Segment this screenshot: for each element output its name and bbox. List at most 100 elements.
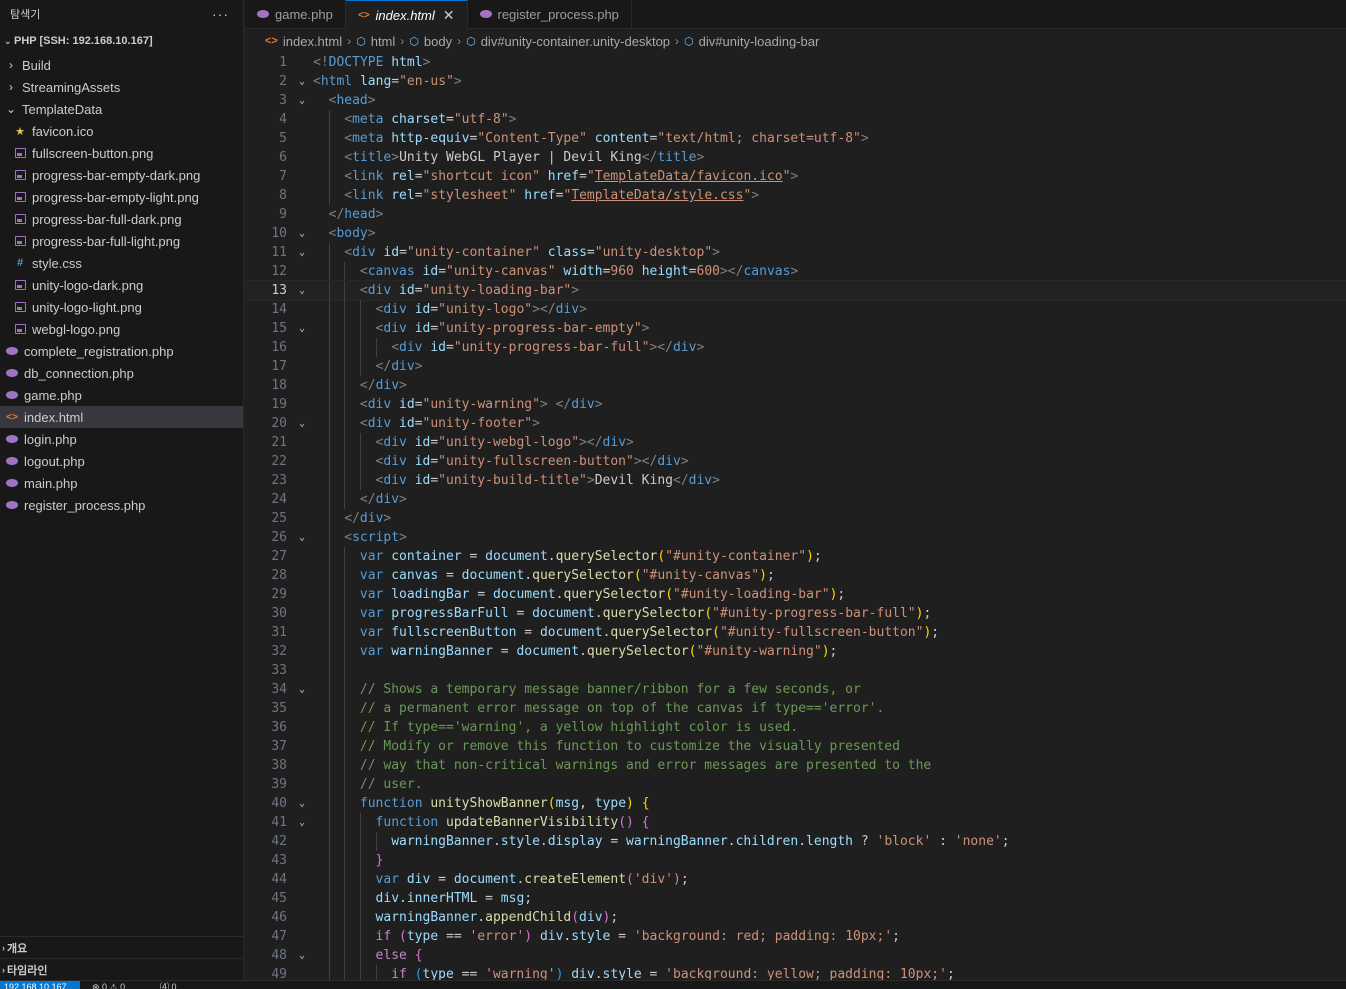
code-line[interactable]: 8 <link rel="stylesheet" href="TemplateDa…: [245, 186, 1346, 205]
code-line[interactable]: 13 ⌄ <div id="unity-loading-bar">: [245, 280, 1346, 301]
tree-file[interactable]: webgl-logo.png: [0, 318, 243, 340]
indent-guide: [328, 376, 330, 395]
fold-chevron-icon[interactable]: ⌄: [296, 813, 308, 832]
fold-chevron-icon[interactable]: ⌄: [296, 680, 308, 699]
code-line[interactable]: 41 ⌄ function updateBannerVisibility() {: [245, 813, 1346, 832]
code-line[interactable]: 35 // a permanent error message on top of…: [245, 699, 1346, 718]
code-line[interactable]: 15 ⌄ <div id="unity-progress-bar-empty">: [245, 319, 1346, 338]
code-line[interactable]: 1 <!DOCTYPE html>: [245, 53, 1346, 72]
code-line[interactable]: 22 <div id="unity-fullscreen-button"></di…: [245, 452, 1346, 471]
code-line[interactable]: 45 div.innerHTML = msg;: [245, 889, 1346, 908]
tree-file[interactable]: <> index.html: [0, 406, 243, 428]
code-line[interactable]: 38 // way that non-critical warnings and …: [245, 756, 1346, 775]
code-line[interactable]: 20 ⌄ <div id="unity-footer">: [245, 414, 1346, 433]
code-line[interactable]: 12 <canvas id="unity-canvas" width=960 he…: [245, 262, 1346, 281]
code-line[interactable]: 34 ⌄ // Shows a temporary message banner/r…: [245, 680, 1346, 699]
code-line[interactable]: 44 var div = document.createElement('div'…: [245, 870, 1346, 889]
tree-file[interactable]: progress-bar-full-dark.png: [0, 208, 243, 230]
code-line[interactable]: 17 </div>: [245, 357, 1346, 376]
breadcrumb-item[interactable]: body: [424, 34, 452, 49]
editor-tab[interactable]: <> index.html ✕: [345, 0, 468, 29]
code-line[interactable]: 5 <meta http-equiv="Content-Type" content…: [245, 129, 1346, 148]
tree-file[interactable]: complete_registration.php: [0, 340, 243, 362]
code-line[interactable]: 31 var fullscreenButton = document.queryS…: [245, 623, 1346, 642]
code-line[interactable]: 37 // Modify or remove this function to c…: [245, 737, 1346, 756]
code-line[interactable]: 10 ⌄ <body>: [245, 224, 1346, 243]
tree-file[interactable]: db_connection.php: [0, 362, 243, 384]
code-line[interactable]: 48 ⌄ else {: [245, 946, 1346, 965]
code-line[interactable]: 46 warningBanner.appendChild(div);: [245, 908, 1346, 927]
outline-panel-header[interactable]: › 개요: [0, 936, 243, 958]
editor-tab[interactable]: game.php: [245, 0, 346, 29]
code-line[interactable]: 3 ⌄ <head>: [245, 91, 1346, 110]
editor-tab[interactable]: register_process.php: [468, 0, 632, 29]
breadcrumb-item[interactable]: div#unity-container.unity-desktop: [481, 34, 670, 49]
tree-file[interactable]: main.php: [0, 472, 243, 494]
tree-file[interactable]: logout.php: [0, 450, 243, 472]
code-line[interactable]: 7 <link rel="shortcut icon" href="Templat…: [245, 167, 1346, 186]
workspace-root-folder[interactable]: ⌄ PHP [SSH: 192.168.10.167]: [0, 28, 243, 54]
tree-file[interactable]: progress-bar-empty-light.png: [0, 186, 243, 208]
code-line[interactable]: 47 if (type == 'error') div.style = 'back…: [245, 927, 1346, 946]
tree-file[interactable]: unity-logo-light.png: [0, 296, 243, 318]
remote-indicator[interactable]: 192.168.10.167: [0, 981, 80, 989]
code-line[interactable]: 16 <div id="unity-progress-bar-full"></di…: [245, 338, 1346, 357]
code-line[interactable]: 39 // user.: [245, 775, 1346, 794]
code-line[interactable]: 14 <div id="unity-logo"></div>: [245, 300, 1346, 319]
fold-chevron-icon[interactable]: ⌄: [296, 794, 308, 813]
breadcrumb-item[interactable]: html: [371, 34, 396, 49]
code-line[interactable]: 43}: [245, 851, 1346, 870]
fold-chevron-icon[interactable]: ⌄: [296, 946, 308, 965]
tree-file[interactable]: login.php: [0, 428, 243, 450]
code-line[interactable]: 4 <meta charset="utf-8">: [245, 110, 1346, 129]
code-line[interactable]: 21 <div id="unity-webgl-logo"></div>: [245, 433, 1346, 452]
breadcrumb-item[interactable]: index.html: [283, 34, 342, 49]
fold-chevron-icon[interactable]: ⌄: [296, 91, 308, 110]
timeline-panel-header[interactable]: › 타임라인: [0, 958, 243, 980]
tree-file[interactable]: # style.css: [0, 252, 243, 274]
code-line[interactable]: 6 <title>Unity WebGL Player | Devil King<…: [245, 148, 1346, 167]
tree-file[interactable]: register_process.php: [0, 494, 243, 516]
code-line[interactable]: 25 </div>: [245, 509, 1346, 528]
code-line[interactable]: 40 ⌄ function unityShowBanner(msg, type) {: [245, 794, 1346, 813]
code-line[interactable]: 28 var canvas = document.querySelector("#…: [245, 566, 1346, 585]
fold-chevron-icon[interactable]: ⌄: [296, 319, 308, 338]
more-actions-icon[interactable]: ···: [212, 6, 229, 22]
code-line[interactable]: 32 var warningBanner = document.querySele…: [245, 642, 1346, 661]
tree-file[interactable]: progress-bar-full-light.png: [0, 230, 243, 252]
code-line[interactable]: 42 warningBanner.style.display = warningB…: [245, 832, 1346, 851]
code-line[interactable]: 24 </div>: [245, 490, 1346, 509]
code-line[interactable]: 2 ⌄ <html lang="en-us">: [245, 72, 1346, 91]
code-line[interactable]: 11 ⌄ <div id="unity-container" class="unit…: [245, 243, 1346, 262]
code-line[interactable]: 49 if (type == 'warning') div.style = 'ba…: [245, 965, 1346, 980]
tree-file[interactable]: game.php: [0, 384, 243, 406]
tree-file[interactable]: ★ favicon.ico: [0, 120, 243, 142]
ports-indicator[interactable]: ⑷ 0: [160, 981, 177, 989]
code-line[interactable]: 18 </div>: [245, 376, 1346, 395]
tree-folder[interactable]: ⌄ TemplateData: [0, 98, 243, 120]
code-line[interactable]: 30 var progressBarFull = document.querySe…: [245, 604, 1346, 623]
tree-file[interactable]: unity-logo-dark.png: [0, 274, 243, 296]
tree-folder[interactable]: › Build: [0, 54, 243, 76]
fold-chevron-icon[interactable]: ⌄: [296, 281, 308, 300]
problems-indicator[interactable]: ⊗ 0 ⚠ 0: [92, 981, 125, 989]
code-line[interactable]: 26 ⌄ <script>: [245, 528, 1346, 547]
code-editor[interactable]: 1 <!DOCTYPE html> 2 ⌄ <html lang="en-us"> 3 ⌄ <…: [245, 53, 1346, 980]
close-icon[interactable]: ✕: [443, 7, 455, 24]
code-line[interactable]: 27 var container = document.querySelector…: [245, 547, 1346, 566]
fold-chevron-icon[interactable]: ⌄: [296, 528, 308, 547]
code-line[interactable]: 36 // If type=='warning', a yellow highli…: [245, 718, 1346, 737]
code-line[interactable]: 29 var loadingBar = document.querySelecto…: [245, 585, 1346, 604]
fold-chevron-icon[interactable]: ⌄: [296, 414, 308, 433]
code-line[interactable]: 9 </head>: [245, 205, 1346, 224]
fold-chevron-icon[interactable]: ⌄: [296, 243, 308, 262]
fold-chevron-icon[interactable]: ⌄: [296, 224, 308, 243]
code-line[interactable]: 23 <div id="unity-build-title">Devil King…: [245, 471, 1346, 490]
tree-file[interactable]: fullscreen-button.png: [0, 142, 243, 164]
tree-file[interactable]: progress-bar-empty-dark.png: [0, 164, 243, 186]
breadcrumb-item[interactable]: div#unity-loading-bar: [699, 34, 820, 49]
tree-folder[interactable]: › StreamingAssets: [0, 76, 243, 98]
code-line[interactable]: 33: [245, 661, 1346, 680]
fold-chevron-icon[interactable]: ⌄: [296, 72, 308, 91]
code-line[interactable]: 19 <div id="unity-warning"> </div>: [245, 395, 1346, 414]
